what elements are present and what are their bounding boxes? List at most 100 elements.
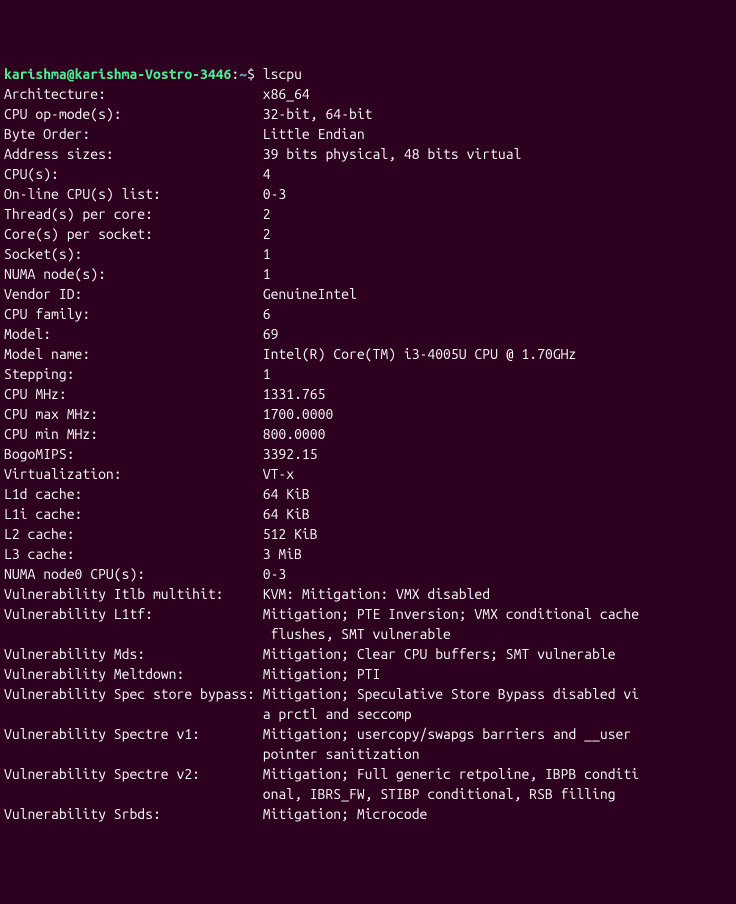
- field-value: 64 KiB: [263, 486, 310, 502]
- output-line: Vendor ID: GenuineIntel: [4, 284, 736, 304]
- field-value: 6: [263, 306, 271, 322]
- output-line: Byte Order: Little Endian: [4, 124, 736, 144]
- field-value: flushes, SMT vulnerable: [263, 626, 451, 642]
- output-line: NUMA node0 CPU(s): 0-3: [4, 564, 736, 584]
- field-value: 0-3: [263, 566, 287, 582]
- output-line: pointer sanitization: [4, 744, 736, 764]
- field-value: Mitigation; Clear CPU buffers; SMT vulne…: [263, 646, 616, 662]
- output-line: Vulnerability L1tf: Mitigation; PTE Inve…: [4, 604, 736, 624]
- field-value: 1: [263, 366, 271, 382]
- field-label: CPU(s):: [4, 164, 263, 184]
- field-value: 1: [263, 266, 271, 282]
- output-line: Stepping: 1: [4, 364, 736, 384]
- prompt-path: ~: [239, 66, 247, 82]
- field-label: NUMA node0 CPU(s):: [4, 564, 263, 584]
- field-label: CPU min MHz:: [4, 424, 263, 444]
- output-line: CPU min MHz: 800.0000: [4, 424, 736, 444]
- field-value: Intel(R) Core(TM) i3-4005U CPU @ 1.70GHz: [263, 346, 577, 362]
- field-label: Vulnerability Srbds:: [4, 804, 263, 824]
- output-line: Model name: Intel(R) Core(TM) i3-4005U C…: [4, 344, 736, 364]
- field-label: L3 cache:: [4, 544, 263, 564]
- field-value: pointer sanitization: [263, 746, 420, 762]
- output-line: onal, IBRS_FW, STIBP conditional, RSB fi…: [4, 784, 736, 804]
- output-line: CPU op-mode(s): 32-bit, 64-bit: [4, 104, 736, 124]
- field-label: Model name:: [4, 344, 263, 364]
- field-label: Vulnerability Spectre v2:: [4, 764, 263, 784]
- output-line: Virtualization: VT-x: [4, 464, 736, 484]
- output-line: Thread(s) per core: 2: [4, 204, 736, 224]
- field-value: GenuineIntel: [263, 286, 357, 302]
- field-label: BogoMIPS:: [4, 444, 263, 464]
- output-line: Vulnerability Spectre v1: Mitigation; us…: [4, 724, 736, 744]
- output-line: L3 cache: 3 MiB: [4, 544, 736, 564]
- field-label: Vulnerability Spectre v1:: [4, 724, 263, 744]
- output-line: flushes, SMT vulnerable: [4, 624, 736, 644]
- field-value: 1: [263, 246, 271, 262]
- output-line: Address sizes: 39 bits physical, 48 bits…: [4, 144, 736, 164]
- field-label: Vulnerability Spec store bypass:: [4, 684, 263, 704]
- field-label: Vulnerability L1tf:: [4, 604, 263, 624]
- output-line: Vulnerability Spectre v2: Mitigation; Fu…: [4, 764, 736, 784]
- field-value: 64 KiB: [263, 506, 310, 522]
- output-line: a prctl and seccomp: [4, 704, 736, 724]
- output-line: L1i cache: 64 KiB: [4, 504, 736, 524]
- field-value: 0-3: [263, 186, 287, 202]
- field-label: Socket(s):: [4, 244, 263, 264]
- field-label: Stepping:: [4, 364, 263, 384]
- field-value: a prctl and seccomp: [263, 706, 412, 722]
- field-label: L2 cache:: [4, 524, 263, 544]
- prompt-at: @: [67, 66, 75, 82]
- field-label: Vulnerability Itlb multihit:: [4, 584, 263, 604]
- output-line: Vulnerability Meltdown: Mitigation; PTI: [4, 664, 736, 684]
- output-line: Vulnerability Srbds: Mitigation; Microco…: [4, 804, 736, 824]
- field-value: 69: [263, 326, 279, 342]
- prompt-command: lscpu: [263, 66, 302, 82]
- output-line: Model: 69: [4, 324, 736, 344]
- output-line: NUMA node(s): 1: [4, 264, 736, 284]
- field-value: VT-x: [263, 466, 294, 482]
- field-value: Little Endian: [263, 126, 365, 142]
- field-value: Mitigation; Full generic retpoline, IBPB…: [263, 766, 639, 782]
- field-value: Mitigation; PTE Inversion; VMX condition…: [263, 606, 639, 622]
- terminal-output[interactable]: karishma@karishma-Vostro-3446:~$ lscpuAr…: [0, 60, 736, 824]
- field-label: L1d cache:: [4, 484, 263, 504]
- field-value: 3392.15: [263, 446, 318, 462]
- field-value: 39 bits physical, 48 bits virtual: [263, 146, 522, 162]
- field-label: CPU family:: [4, 304, 263, 324]
- field-value: 1331.765: [263, 386, 326, 402]
- prompt-line: karishma@karishma-Vostro-3446:~$ lscpu: [4, 64, 736, 84]
- field-value: Mitigation; Speculative Store Bypass dis…: [263, 686, 639, 702]
- field-label: Model:: [4, 324, 263, 344]
- field-value: Mitigation; Microcode: [263, 806, 428, 822]
- output-line: Vulnerability Mds: Mitigation; Clear CPU…: [4, 644, 736, 664]
- output-line: On-line CPU(s) list: 0-3: [4, 184, 736, 204]
- output-line: CPU MHz: 1331.765: [4, 384, 736, 404]
- field-value: 800.0000: [263, 426, 326, 442]
- field-label: Virtualization:: [4, 464, 263, 484]
- prompt-host: karishma-Vostro-3446: [75, 66, 232, 82]
- output-line: BogoMIPS: 3392.15: [4, 444, 736, 464]
- field-label: Vulnerability Meltdown:: [4, 664, 263, 684]
- field-label: On-line CPU(s) list:: [4, 184, 263, 204]
- output-line: CPU(s): 4: [4, 164, 736, 184]
- field-label: [4, 624, 263, 644]
- field-value: 3 MiB: [263, 546, 302, 562]
- output-line: Core(s) per socket: 2: [4, 224, 736, 244]
- field-label: Address sizes:: [4, 144, 263, 164]
- field-label: CPU op-mode(s):: [4, 104, 263, 124]
- field-value: 1700.0000: [263, 406, 334, 422]
- prompt-user: karishma: [4, 66, 67, 82]
- field-label: Vulnerability Mds:: [4, 644, 263, 664]
- field-label: CPU max MHz:: [4, 404, 263, 424]
- output-line: CPU family: 6: [4, 304, 736, 324]
- output-line: Vulnerability Spec store bypass: Mitigat…: [4, 684, 736, 704]
- output-line: L1d cache: 64 KiB: [4, 484, 736, 504]
- output-line: Socket(s): 1: [4, 244, 736, 264]
- field-value: x86_64: [263, 86, 310, 102]
- field-label: Vendor ID:: [4, 284, 263, 304]
- field-value: 512 KiB: [263, 526, 318, 542]
- output-line: Vulnerability Itlb multihit: KVM: Mitiga…: [4, 584, 736, 604]
- field-label: Architecture:: [4, 84, 263, 104]
- field-value: KVM: Mitigation: VMX disabled: [263, 586, 490, 602]
- field-value: Mitigation; usercopy/swapgs barriers and…: [263, 726, 639, 742]
